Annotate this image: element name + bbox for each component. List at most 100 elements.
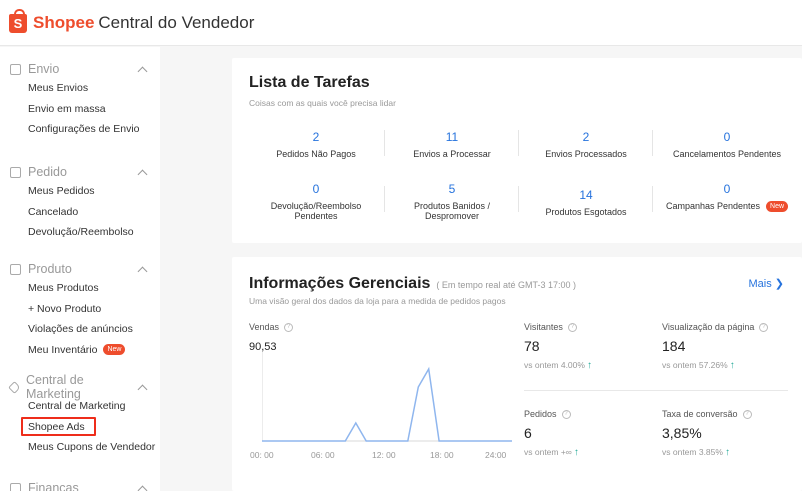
sidebar-section-header[interactable]: Produto xyxy=(0,260,160,278)
sidebar-item-meus-pedidos[interactable]: Meus Pedidos xyxy=(0,181,160,202)
sales-data-point[interactable] xyxy=(386,440,388,442)
shopee-bag-icon[interactable]: S xyxy=(9,9,27,33)
arrow-up-icon: ↑ xyxy=(724,447,730,459)
sidebar-section-envio: Envio Meus Envios Envio em massa Configu… xyxy=(0,60,160,140)
sales-line-chart xyxy=(262,351,512,442)
realtime-note: ( Em tempo real até GMT-3 17:00 ) xyxy=(436,280,576,290)
sidebar-item-configuracoes-de-envio[interactable]: Configurações de Envio xyxy=(0,119,160,140)
x-tick-label: 18: 00 xyxy=(430,450,454,460)
task-item[interactable]: 0 Devolução/Reembolso Pendentes xyxy=(248,182,384,221)
sales-data-point[interactable] xyxy=(376,440,378,442)
chevron-up-icon[interactable] xyxy=(137,66,148,76)
help-icon[interactable]: ? xyxy=(284,323,294,333)
sidebar-item-meus-cupons[interactable]: Meus Cupons de Vendedor xyxy=(0,437,160,458)
task-item[interactable]: 2 Envios Processados xyxy=(518,130,654,159)
insights-title: Informações Gerenciais( Em tempo real at… xyxy=(249,275,576,292)
sidebar-section-header[interactable]: Envio xyxy=(0,60,160,78)
sales-data-point[interactable] xyxy=(355,422,357,424)
divider xyxy=(524,390,788,391)
chevron-up-icon[interactable] xyxy=(137,266,148,276)
task-item[interactable]: 14 Produtos Esgotados xyxy=(518,188,654,217)
wallet-icon xyxy=(10,482,21,491)
sales-data-point[interactable] xyxy=(292,440,294,442)
sidebar-section-header[interactable]: Finanças xyxy=(0,479,160,491)
sales-data-point[interactable] xyxy=(417,386,419,388)
arrow-up-icon: ↑ xyxy=(729,360,735,372)
new-badge: New xyxy=(103,344,126,356)
task-item[interactable]: 5 Produtos Banidos / Despromover xyxy=(384,182,520,221)
sidebar-section-produto: Produto Meus Produtos + Novo Produto Vio… xyxy=(0,260,160,360)
sales-data-point[interactable] xyxy=(324,440,325,442)
chevron-up-icon[interactable] xyxy=(137,169,148,179)
top-bar: S Shopee Central do Vendedor xyxy=(0,0,802,46)
sales-series-line xyxy=(262,366,512,442)
sales-data-point[interactable] xyxy=(501,440,503,442)
sales-data-point[interactable] xyxy=(282,440,284,442)
sales-data-point[interactable] xyxy=(313,440,315,442)
sales-data-point[interactable] xyxy=(365,440,367,442)
sales-data-point[interactable] xyxy=(344,440,346,442)
truck-icon xyxy=(10,63,21,75)
insights-subtitle: Uma visão geral dos dados da loja para a… xyxy=(249,296,506,306)
task-item[interactable]: 0 Cancelamentos Pendentes xyxy=(652,130,802,159)
task-list-card: Lista de Tarefas Coisas com as quais voc… xyxy=(232,58,802,243)
metric-visitors: Visitantes? 78 vs ontem 4.00% ↑ xyxy=(524,322,592,372)
sales-data-point[interactable] xyxy=(459,440,461,442)
sidebar-item-novo-produto[interactable]: + Novo Produto xyxy=(0,299,160,320)
app-title: Central do Vendedor xyxy=(98,12,255,32)
sidebar-section-financas: Finanças xyxy=(0,479,160,491)
sidebar-item-meus-envios[interactable]: Meus Envios xyxy=(0,78,160,99)
sales-data-point[interactable] xyxy=(490,440,492,442)
new-badge: New xyxy=(766,201,789,213)
chevron-right-icon: ❯ xyxy=(774,278,784,290)
metric-orders: Pedidos? 6 vs ontem +∞ ↑ xyxy=(524,409,579,459)
x-tick-label: 06: 00 xyxy=(311,450,335,460)
sidebar-section-pedido: Pedido Meus Pedidos Cancelado Devolução/… xyxy=(0,163,160,243)
arrow-up-icon: ↑ xyxy=(573,447,579,459)
sidebar-section-header[interactable]: Central de Marketing xyxy=(0,373,160,401)
sales-data-point[interactable] xyxy=(438,440,440,442)
help-icon[interactable]: ? xyxy=(567,323,577,333)
highlight-box xyxy=(21,417,96,436)
sidebar-item-violacoes-de-anuncios[interactable]: Violações de anúncios xyxy=(0,319,160,340)
sales-data-point[interactable] xyxy=(407,440,409,442)
sales-data-point[interactable] xyxy=(396,440,398,442)
tag-icon xyxy=(8,380,21,394)
sales-data-point[interactable] xyxy=(469,440,471,442)
metric-page-views: Visualização da página? 184 vs ontem 57.… xyxy=(662,322,769,372)
help-icon[interactable]: ? xyxy=(561,410,571,420)
help-icon[interactable]: ? xyxy=(742,410,752,420)
task-list-title: Lista de Tarefas xyxy=(249,74,370,91)
help-icon[interactable]: ? xyxy=(759,323,769,333)
task-item[interactable]: 11 Envios a Processar xyxy=(384,130,520,159)
sales-data-point[interactable] xyxy=(334,440,336,442)
sidebar-item-envio-em-massa[interactable]: Envio em massa xyxy=(0,99,160,120)
x-tick-label: 12: 00 xyxy=(372,450,396,460)
more-link[interactable]: Mais ❯ xyxy=(748,277,784,290)
task-list-subtitle: Coisas com as quais você precisa lidar xyxy=(249,98,396,108)
task-item[interactable]: 2 Pedidos Não Pagos xyxy=(248,130,384,159)
sales-data-point[interactable] xyxy=(480,440,482,442)
sidebar-item-cancelado[interactable]: Cancelado xyxy=(0,202,160,223)
metric-conversion-rate: Taxa de conversão? 3,85% vs ontem 3.85% ↑ xyxy=(662,409,752,458)
sidebar-section-header[interactable]: Pedido xyxy=(0,163,160,181)
sales-data-point[interactable] xyxy=(303,440,305,442)
clipboard-icon xyxy=(10,166,21,178)
sidebar-item-meu-inventario[interactable]: Meu Inventário New xyxy=(0,340,160,361)
insights-card: Informações Gerenciais( Em tempo real at… xyxy=(232,257,802,491)
box-icon xyxy=(10,263,21,275)
sidebar-item-devolucao-reembolso[interactable]: Devolução/Reembolso xyxy=(0,222,160,243)
sales-data-point[interactable] xyxy=(428,368,430,370)
arrow-up-icon: ↑ xyxy=(586,360,592,372)
chevron-up-icon[interactable] xyxy=(137,384,148,394)
task-item[interactable]: 0 Campanhas Pendentes New xyxy=(652,182,802,213)
sales-block: Vendas? 90,53 xyxy=(249,322,294,353)
x-tick-label: 00: 00 xyxy=(250,450,274,460)
x-tick-label: 24:00 xyxy=(485,450,507,460)
brand-name[interactable]: Shopee xyxy=(33,13,94,33)
sidebar-item-meus-produtos[interactable]: Meus Produtos xyxy=(0,278,160,299)
sales-data-point[interactable] xyxy=(271,440,273,442)
chevron-up-icon[interactable] xyxy=(137,485,148,491)
sidebar: Envio Meus Envios Envio em massa Configu… xyxy=(0,47,160,491)
sales-data-point[interactable] xyxy=(449,440,450,442)
